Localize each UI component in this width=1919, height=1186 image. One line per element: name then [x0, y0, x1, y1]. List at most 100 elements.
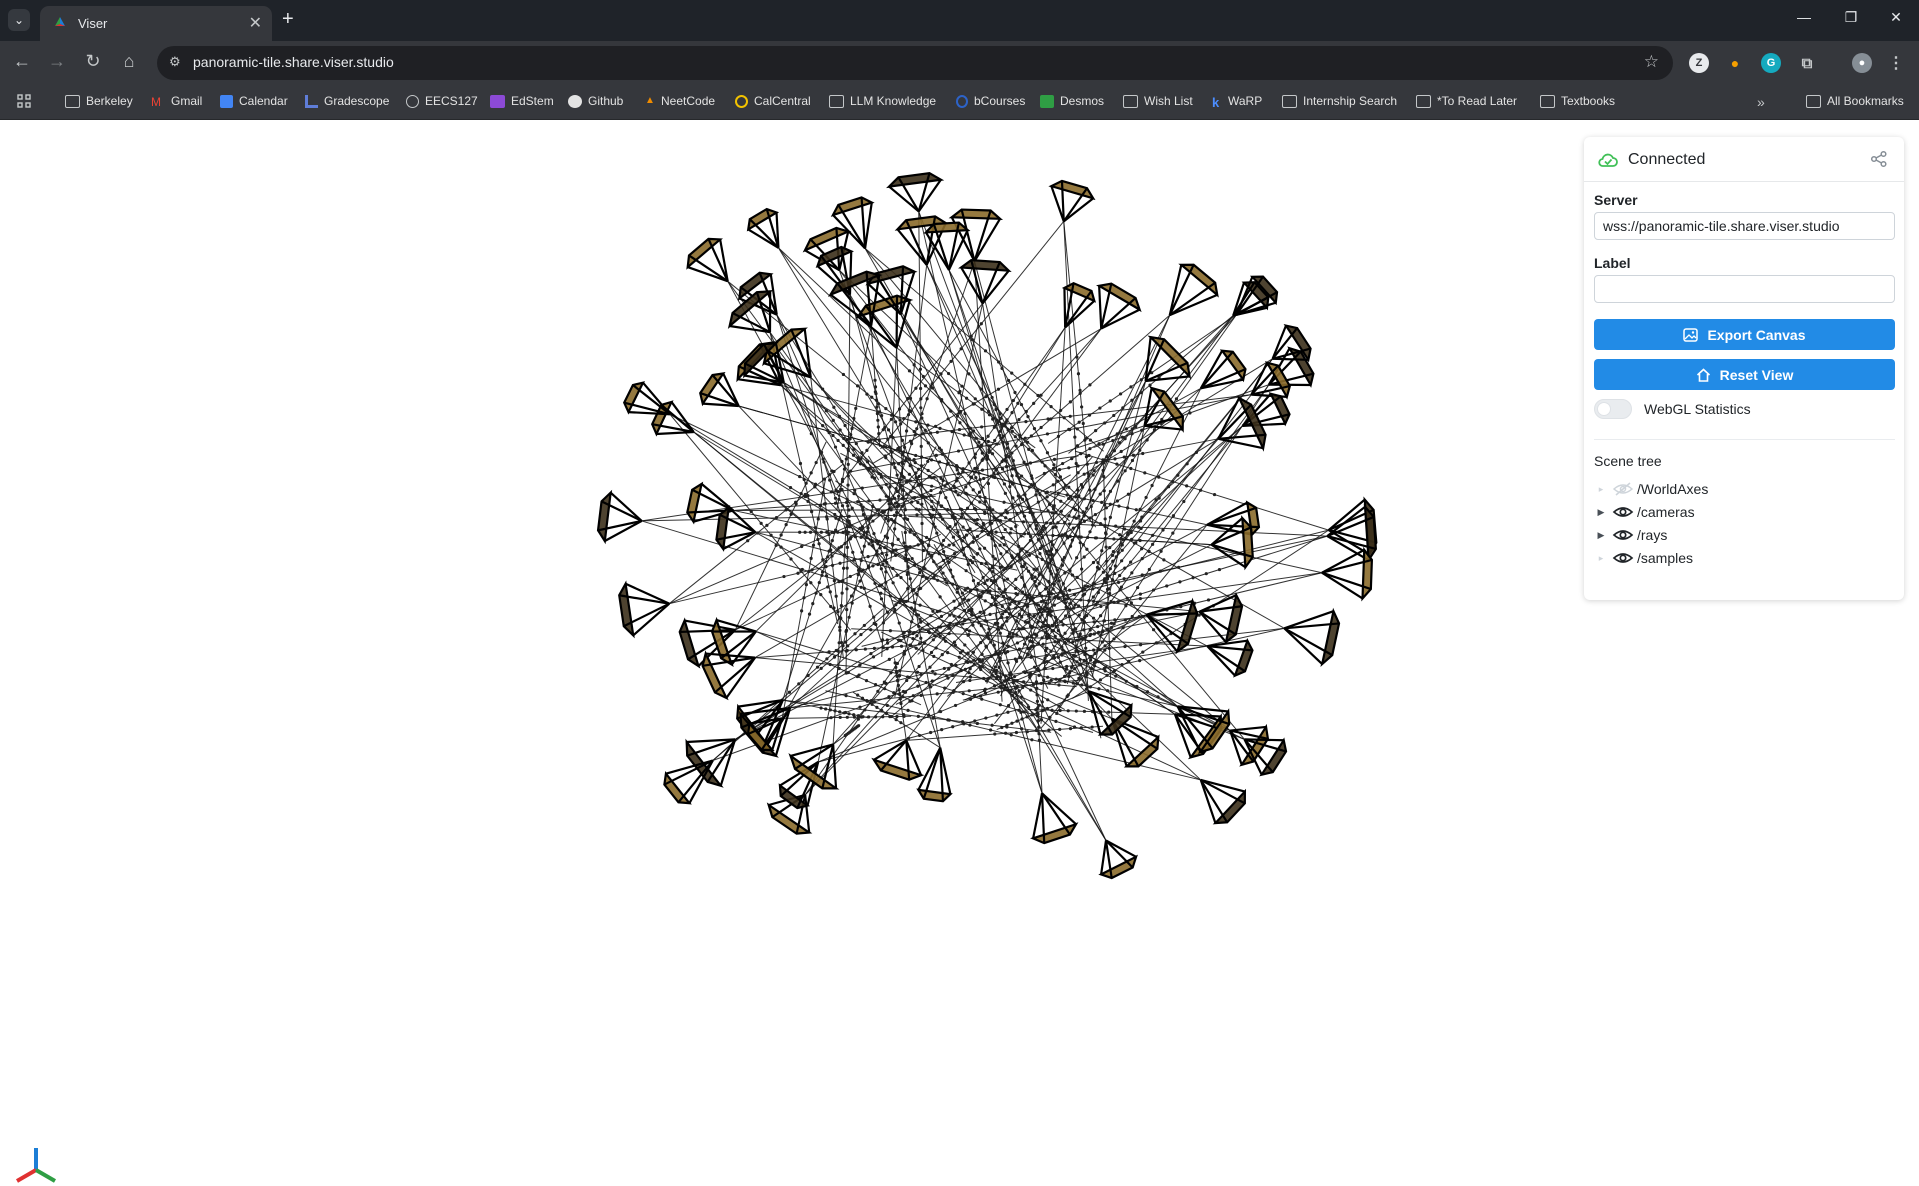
eye-icon[interactable] — [1612, 527, 1634, 543]
restore-icon[interactable]: ❐ — [1841, 9, 1861, 26]
sample-point — [991, 596, 994, 599]
bookmark-internship-search[interactable]: Internship Search — [1282, 94, 1397, 108]
sample-point — [974, 470, 977, 473]
sample-point — [972, 579, 975, 582]
sample-point — [908, 676, 911, 679]
new-tab-icon[interactable]: + — [282, 8, 294, 31]
more-bookmarks-icon[interactable]: » — [1757, 94, 1765, 110]
bookmark-bcourses[interactable]: bCourses — [956, 94, 1025, 108]
sample-point — [930, 505, 933, 508]
home-icon[interactable]: ⌂ — [117, 51, 141, 72]
bookmark-calendar[interactable]: Calendar — [220, 94, 288, 108]
sample-point — [1000, 626, 1003, 629]
sample-point — [1014, 657, 1017, 660]
sample-point — [924, 384, 927, 387]
bookmark-gmail[interactable]: MGmail — [151, 94, 202, 108]
active-tab[interactable]: Viser ✕ — [40, 6, 272, 41]
sample-point — [873, 647, 876, 650]
bookmark-to-read-later[interactable]: *To Read Later — [1416, 94, 1517, 108]
sample-point — [1046, 637, 1049, 640]
bookmark-textbooks[interactable]: Textbooks — [1540, 94, 1615, 108]
share-icon[interactable] — [1870, 150, 1888, 168]
caret-right-icon[interactable]: ▶ — [1594, 530, 1608, 541]
tab-search-button[interactable]: ⌄ — [8, 9, 30, 31]
bookmark-berkeley[interactable]: Berkeley — [65, 94, 133, 108]
sample-point — [909, 440, 912, 443]
sample-point — [887, 695, 890, 698]
sample-point — [1046, 676, 1049, 679]
server-field[interactable] — [1594, 212, 1895, 240]
extensions-puzzle-icon[interactable]: ⧉ — [1797, 53, 1817, 73]
sample-point — [990, 603, 993, 606]
sample-point — [1060, 620, 1063, 623]
sample-point — [838, 667, 841, 670]
bookmark-edstem[interactable]: EdStem — [490, 94, 554, 108]
sample-point — [917, 715, 920, 718]
close-tab-icon[interactable]: ✕ — [249, 13, 262, 33]
extension-icon[interactable]: Z — [1689, 53, 1709, 73]
bookmark-desmos[interactable]: Desmos — [1040, 94, 1104, 108]
scene-tree-node-cameras[interactable]: ▶ /cameras — [1594, 501, 1695, 523]
sample-point — [872, 615, 875, 618]
sample-point — [976, 722, 979, 725]
reset-view-button[interactable]: Reset View — [1594, 359, 1895, 390]
eye-off-icon[interactable] — [1612, 481, 1634, 497]
sample-point — [880, 475, 883, 478]
sample-point — [1034, 580, 1037, 583]
eye-icon[interactable] — [1612, 504, 1634, 520]
sample-point — [1049, 650, 1052, 653]
sample-point — [962, 467, 965, 470]
label-field[interactable] — [1594, 275, 1895, 303]
reload-icon[interactable]: ↻ — [81, 51, 105, 72]
sample-point — [1038, 573, 1041, 576]
sample-point — [847, 671, 850, 674]
bookmark-github[interactable]: Github — [568, 94, 623, 108]
bookmark-llm-knowledge[interactable]: LLM Knowledge — [829, 94, 936, 108]
scene-tree-node-rays[interactable]: ▶ /rays — [1594, 524, 1667, 546]
bookmark-wish-list[interactable]: Wish List — [1123, 94, 1193, 108]
sample-point — [1059, 661, 1062, 664]
extension-flame-icon[interactable]: ● — [1725, 53, 1745, 73]
back-icon[interactable]: ← — [10, 51, 34, 72]
all-bookmarks[interactable]: All Bookmarks — [1806, 94, 1904, 108]
bookmark-warp[interactable]: kWaRP — [1212, 94, 1262, 108]
sample-point — [1035, 527, 1038, 530]
eye-icon[interactable] — [1612, 550, 1634, 566]
caret-right-icon[interactable]: ▶ — [1594, 507, 1608, 518]
bookmark-calcentral[interactable]: CalCentral — [735, 94, 811, 108]
apps-icon[interactable] — [17, 94, 31, 108]
bookmark-gradescope[interactable]: Gradescope — [305, 94, 389, 108]
url-text[interactable]: panoramic-tile.share.viser.studio — [193, 54, 394, 70]
profile-avatar[interactable]: ● — [1852, 53, 1872, 73]
sample-point — [830, 554, 833, 557]
sample-point — [1023, 670, 1026, 673]
scene-tree-node-samples[interactable]: ▸ /samples — [1594, 547, 1693, 569]
sample-point — [930, 476, 933, 479]
site-info-icon[interactable]: ⚙ — [169, 54, 181, 70]
sample-point — [881, 715, 884, 718]
sample-point — [1076, 650, 1079, 653]
bookmark-eecs127[interactable]: EECS127 — [406, 94, 478, 108]
minimize-icon[interactable]: — — [1794, 9, 1814, 25]
more-menu-icon[interactable]: ⋮ — [1886, 53, 1906, 73]
scene-tree-node-worldaxes[interactable]: ▸ /WorldAxes — [1594, 478, 1708, 500]
sample-point — [1016, 402, 1019, 405]
forward-icon[interactable]: → — [45, 51, 69, 72]
sample-point — [1129, 385, 1132, 388]
sample-point — [1044, 491, 1047, 494]
sample-point — [1094, 513, 1097, 516]
webgl-statistics-toggle[interactable] — [1594, 399, 1632, 419]
sample-point — [1126, 506, 1129, 509]
export-canvas-button[interactable]: Export Canvas — [1594, 319, 1895, 350]
sample-point — [930, 516, 933, 519]
sample-point — [1066, 597, 1069, 600]
bookmark-star-icon[interactable]: ☆ — [1644, 52, 1659, 72]
sample-point — [1050, 540, 1053, 543]
address-bar[interactable]: ⚙ panoramic-tile.share.viser.studio ☆ — [157, 46, 1673, 80]
sample-point — [844, 641, 847, 644]
bookmark-neetcode[interactable]: ▲NeetCode — [645, 94, 715, 108]
grammarly-icon[interactable]: G — [1761, 53, 1781, 73]
sample-point — [893, 497, 896, 500]
close-window-icon[interactable]: ✕ — [1886, 9, 1906, 26]
sample-point — [1053, 583, 1056, 586]
